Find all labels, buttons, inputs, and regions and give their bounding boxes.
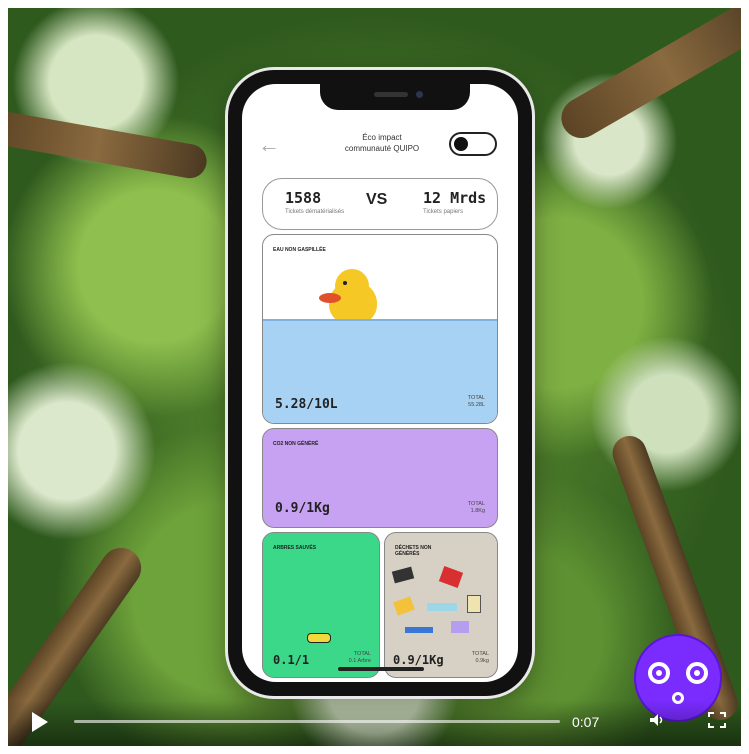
- digital-tickets-count: 1588: [285, 189, 322, 207]
- app-header: ← Éco impact communauté QUIPO: [242, 128, 518, 168]
- trash-item-icon: [405, 627, 433, 633]
- waste-saved-card[interactable]: DÉCHETS NON GÉNÉRÉS 0.9/1Kg TOTAL 0.9kg: [384, 532, 498, 678]
- trees-card-value: 0.1/1: [273, 653, 310, 667]
- fullscreen-icon[interactable]: [708, 712, 726, 728]
- trees-saved-card[interactable]: ARBRES SAUVÉS 0.1/1 TOTAL 0.1 Arbre: [262, 532, 380, 678]
- co2-card-label: CO2 NON GÉNÉRÉ: [273, 441, 319, 447]
- waste-card-value: 0.9/1Kg: [393, 653, 444, 667]
- time-display: 0:07: [572, 714, 600, 730]
- water-card-value: 5.28/10L: [275, 397, 338, 412]
- paper-tickets-count: 12 Mrds: [423, 189, 487, 207]
- trash-item-icon: [391, 566, 415, 584]
- trash-item-icon: [451, 621, 469, 633]
- water-saved-card[interactable]: EAU NON GASPILLÉE 5.28/10L TOTAL 55.28L: [262, 234, 498, 424]
- waste-card-total: TOTAL 0.9kg: [471, 651, 489, 664]
- co2-saved-card[interactable]: CO2 NON GÉNÉRÉ 0.9/1Kg TOTAL 1.8Kg: [262, 428, 498, 528]
- home-indicator: [338, 667, 424, 671]
- phone-screen: ← Éco impact communauté QUIPO 1588 Ticke…: [242, 84, 518, 682]
- volume-icon[interactable]: [650, 714, 664, 726]
- comparison-card: 1588 Tickets dématérialisés VS 12 Mrds T…: [262, 178, 498, 230]
- toggle-knob: [454, 137, 468, 151]
- trash-item-icon: [427, 603, 457, 611]
- phone-notch: [320, 84, 470, 110]
- video-controls: 0:07: [8, 700, 741, 746]
- trees-card-label: ARBRES SAUVÉS: [273, 545, 317, 551]
- trees-card-total: TOTAL 0.1 Arbre: [348, 651, 371, 664]
- versus-label: VS: [366, 191, 388, 208]
- paper-tickets-label: Tickets papiers: [423, 209, 464, 215]
- trash-item-icon: [438, 566, 464, 588]
- phone-mockup: ← Éco impact communauté QUIPO 1588 Ticke…: [228, 70, 532, 696]
- water-card-total: TOTAL 55.28L: [467, 395, 485, 408]
- waste-card-label: DÉCHETS NON GÉNÉRÉS: [395, 545, 432, 557]
- trash-item-icon: [393, 596, 415, 616]
- progress-track[interactable]: [74, 720, 560, 723]
- mode-toggle[interactable]: [449, 132, 497, 156]
- play-icon[interactable]: [32, 712, 48, 732]
- trash-item-icon: [467, 595, 481, 613]
- page-title: Éco impact communauté QUIPO: [344, 133, 420, 153]
- tree-sprout-icon: [307, 633, 331, 643]
- co2-card-total: TOTAL 1.8Kg: [467, 501, 485, 514]
- water-card-label: EAU NON GASPILLÉE: [273, 247, 326, 253]
- co2-card-value: 0.9/1Kg: [275, 501, 330, 516]
- digital-tickets-label: Tickets dématérialisés: [285, 209, 345, 215]
- back-arrow-icon[interactable]: ←: [258, 134, 280, 156]
